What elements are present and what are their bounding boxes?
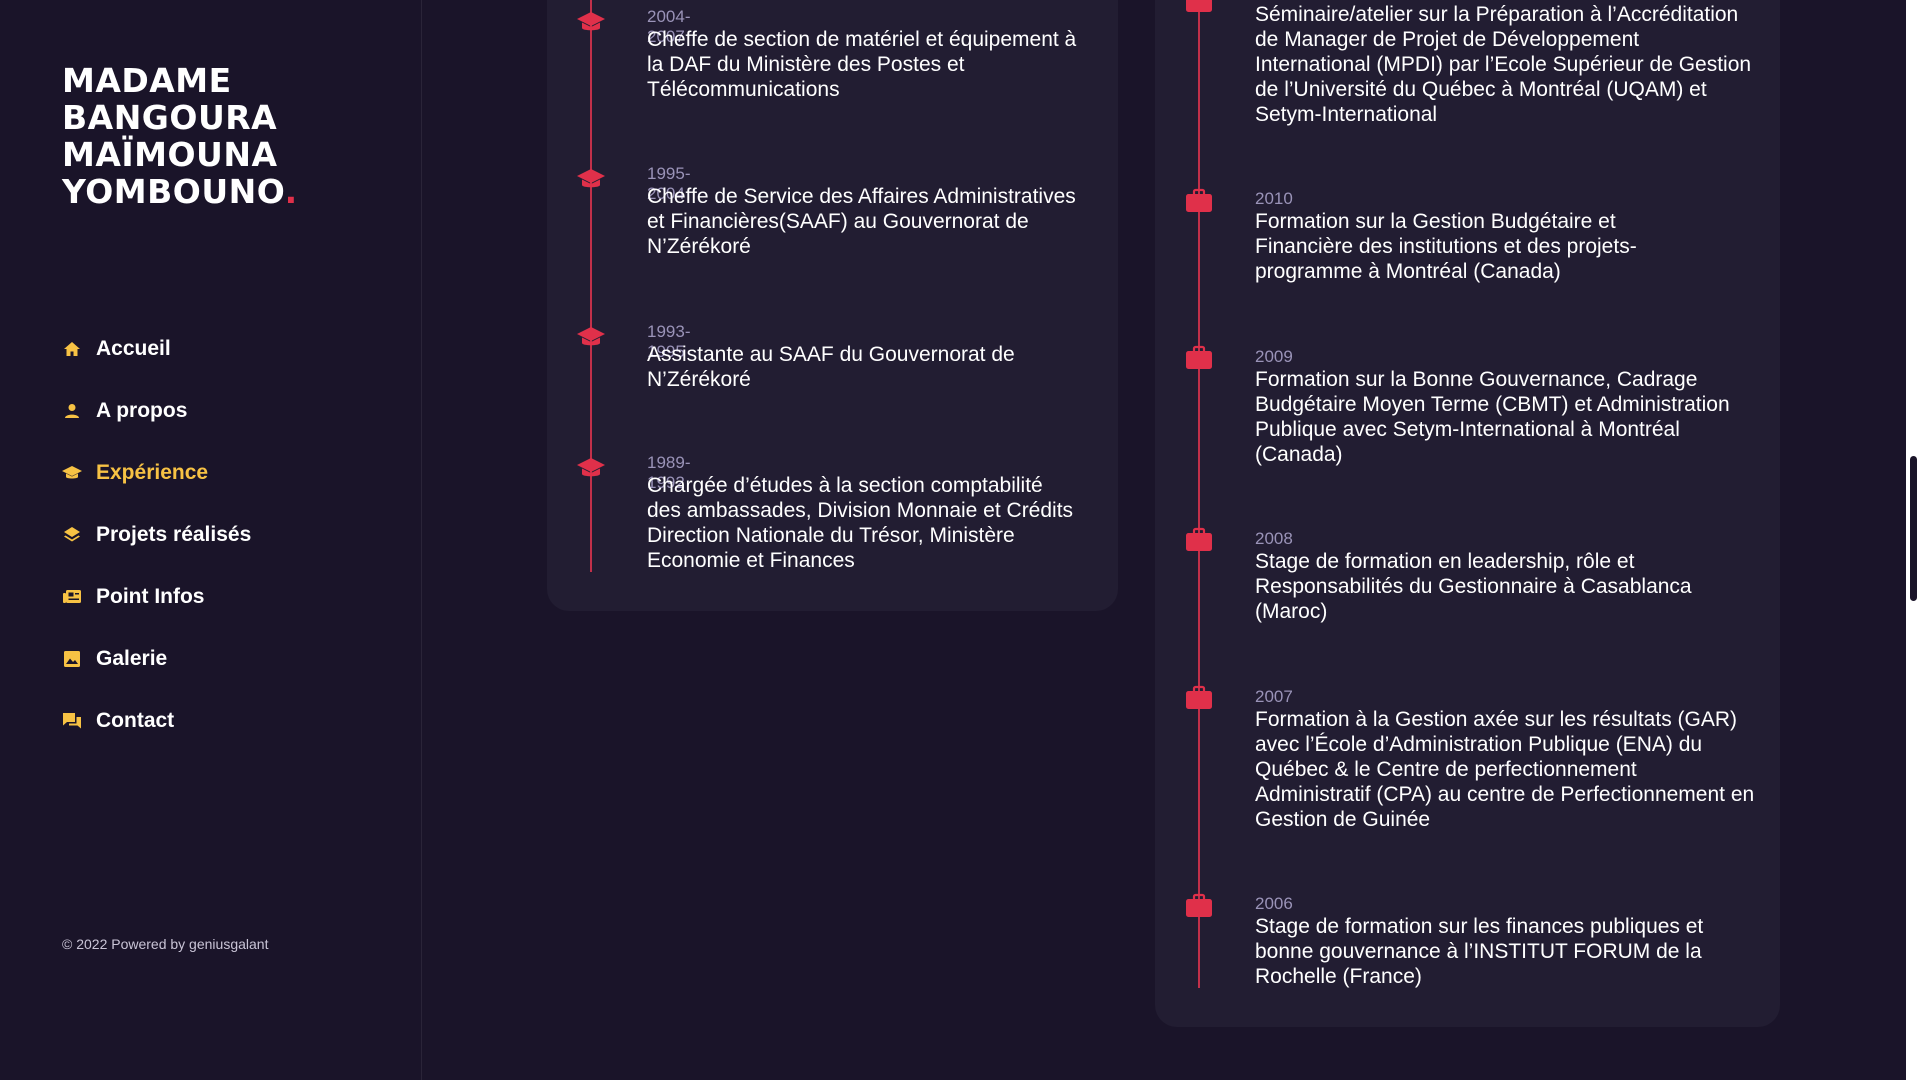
training-title: Séminaire/atelier sur la Préparation à l…	[1255, 3, 1752, 126]
timeline-line	[1198, 0, 1200, 988]
graduation-cap-icon	[577, 169, 605, 188]
training-title: Stage de formation sur les finances publ…	[1255, 915, 1704, 988]
nav-label: Contact	[96, 709, 175, 732]
nav-item-accueil[interactable]: Accueil	[62, 318, 251, 380]
training-title: Stage de formation en leadership, rôle e…	[1255, 550, 1692, 623]
training-year: 2007	[1255, 687, 1293, 706]
training-title: Formation sur la Gestion Budgétaire et F…	[1255, 210, 1637, 283]
nav-item-contact[interactable]: Contact	[62, 690, 251, 752]
nav-item-a-propos[interactable]: A propos	[62, 380, 251, 442]
training-year: 2006	[1255, 894, 1293, 913]
chat-icon	[62, 711, 82, 731]
training-year: 2009	[1255, 347, 1293, 366]
graduation-cap-icon	[577, 327, 605, 346]
graduation-cap-icon	[62, 463, 82, 483]
brand-line: BANGOURA	[62, 98, 278, 137]
brand-dot: .	[284, 172, 298, 211]
layers-icon	[62, 525, 82, 545]
nav-item-experience[interactable]: Expérience	[62, 442, 251, 504]
experience-title: Chargée d’études à la section comptabili…	[647, 474, 1074, 572]
site-brand[interactable]: MADAME BANGOURA MAÏMOUNA YOMBOUNO.	[62, 62, 382, 210]
graduation-cap-icon	[577, 12, 605, 31]
briefcase-icon	[1186, 893, 1212, 917]
brand-line: MAÏMOUNA	[62, 135, 278, 174]
page-scrollbar[interactable]	[1906, 0, 1920, 1080]
sidebar: MADAME BANGOURA MAÏMOUNA YOMBOUNO. Accue…	[0, 0, 422, 1080]
nav-item-projets[interactable]: Projets réalisés	[62, 504, 251, 566]
training-year: 2010	[1255, 189, 1293, 208]
experience-title: Cheffe de Service des Affaires Administr…	[647, 185, 1076, 258]
footer-copyright: © 2022 Powered by geniusgalant	[62, 936, 269, 952]
image-icon	[62, 649, 82, 669]
experience-title: Cheffe de section de matériel et équipem…	[647, 28, 1077, 101]
user-icon	[62, 401, 82, 421]
nav-label: Projets réalisés	[96, 523, 252, 546]
briefcase-icon	[1186, 0, 1212, 12]
nav-label: Expérience	[96, 461, 209, 484]
training-year: 2008	[1255, 529, 1293, 548]
briefcase-icon	[1186, 188, 1212, 212]
briefcase-icon	[1186, 345, 1212, 369]
nav-label: Galerie	[96, 647, 168, 670]
home-icon	[62, 339, 82, 359]
brand-line: YOMBOUNO	[62, 172, 285, 211]
nav-label: A propos	[96, 399, 188, 422]
newspaper-icon	[62, 587, 82, 607]
nav-item-galerie[interactable]: Galerie	[62, 628, 251, 690]
brand-line-last: YOMBOUNO.	[62, 173, 382, 210]
briefcase-icon	[1186, 685, 1212, 709]
experience-title: Assistante au SAAF du Gouvernorat de N’Z…	[647, 343, 1015, 391]
nav-label: Point Infos	[96, 585, 205, 608]
timeline-line	[590, 0, 592, 572]
nav-item-point-infos[interactable]: Point Infos	[62, 566, 251, 628]
scrollbar-thumb[interactable]	[1910, 456, 1917, 601]
graduation-cap-icon	[577, 458, 605, 477]
training-card: Séminaire/atelier sur la Préparation à l…	[1155, 0, 1780, 1027]
briefcase-icon	[1186, 527, 1212, 551]
training-title: Formation à la Gestion axée sur les résu…	[1255, 708, 1755, 831]
main-nav: Accueil A propos Expérience Projets réal…	[62, 318, 251, 752]
nav-label: Accueil	[96, 337, 171, 360]
brand-line: MADAME	[62, 61, 232, 100]
experience-card: 2004-2007 Cheffe de section de matériel …	[547, 0, 1118, 611]
training-title: Formation sur la Bonne Gouvernance, Cadr…	[1255, 368, 1730, 466]
